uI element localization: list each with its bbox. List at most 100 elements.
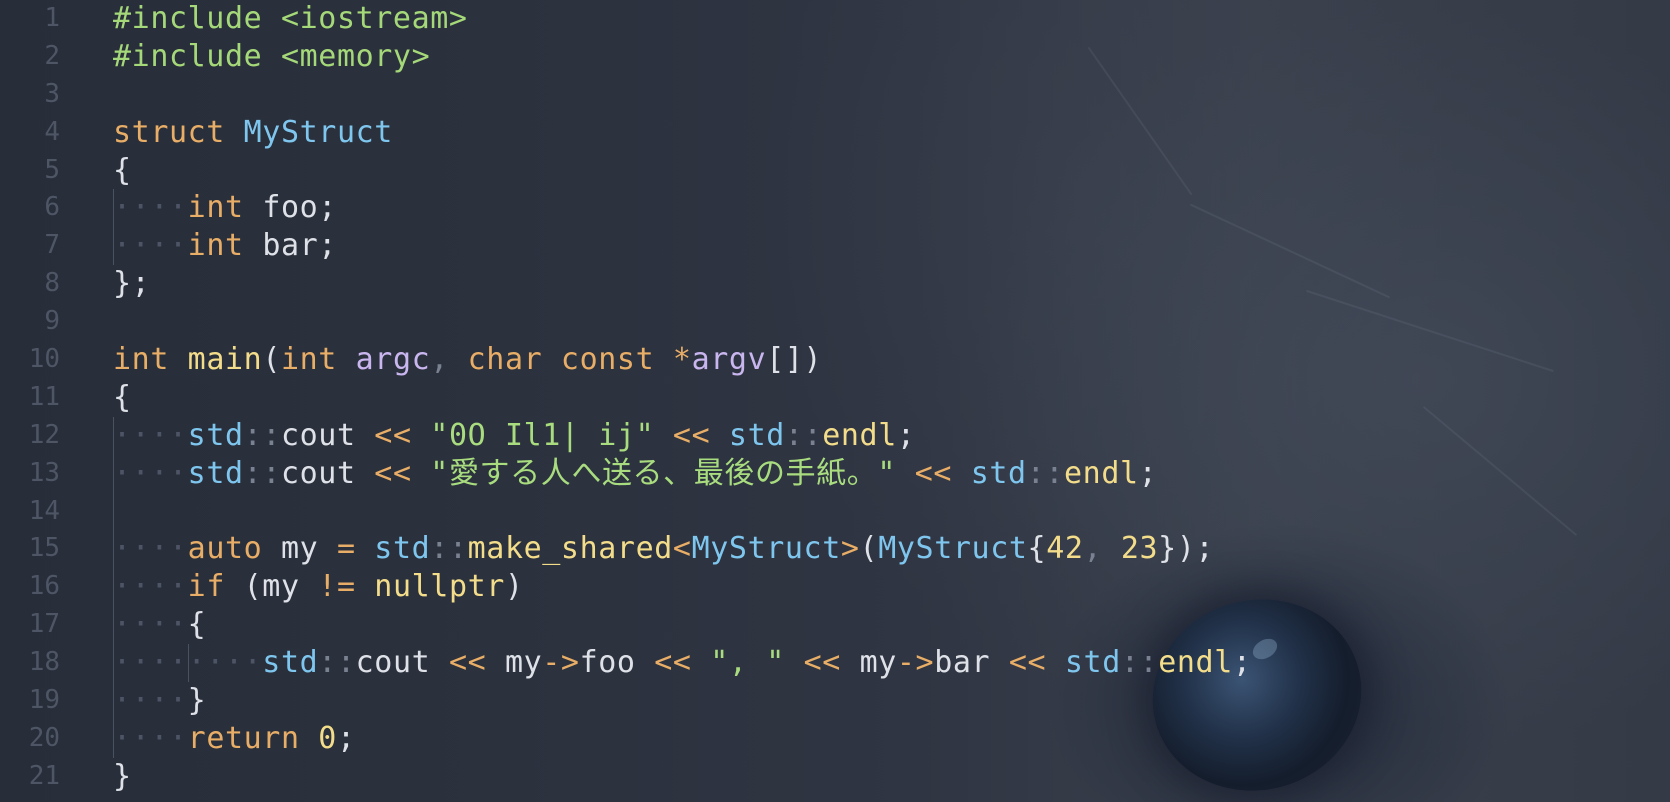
code-token: :: <box>243 455 281 491</box>
line-number: 6 <box>44 192 60 223</box>
code-token: , <box>430 342 468 378</box>
line-content: ····if (my != nullptr) <box>113 568 524 606</box>
code-token: "0O Il1| ij" <box>430 417 655 453</box>
line-content: int main(int argc, char const *argv[]) <box>113 341 822 379</box>
line-content: { <box>113 379 132 417</box>
code-token: cout <box>280 417 375 453</box>
code-line[interactable]: 13 ····std::cout << "愛する人へ送る、最後の手紙。" << s… <box>0 454 1670 493</box>
line-content: ····int foo; <box>113 189 337 227</box>
line-number: 8 <box>44 268 60 299</box>
code-line[interactable]: 10 int main(int argc, char const *argv[]) <box>0 341 1670 379</box>
line-content: ········std::cout << my->foo << ", " << … <box>113 644 1252 682</box>
whitespace-marker: ···· <box>113 228 188 264</box>
code-token: ; <box>1138 455 1158 491</box>
whitespace-marker: ···· <box>113 455 188 491</box>
code-line[interactable]: 20 ····return 0; <box>0 719 1670 758</box>
code-token: bar; <box>243 228 337 264</box>
code-token: struct <box>113 114 244 150</box>
line-content: ····int bar; <box>113 227 337 265</box>
code-line[interactable]: 9 <box>0 303 1670 341</box>
code-token: #include <iostream> <box>113 1 468 36</box>
code-area[interactable]: 1 #include <iostream> 2 #include <memory> 3 4… <box>0 0 1670 796</box>
code-line[interactable]: 15 ····auto my = std::make_shared<MyStruc… <box>0 530 1670 569</box>
code-token: std <box>1064 645 1121 681</box>
code-token: :: <box>430 531 468 567</box>
code-token: << <box>654 645 711 681</box>
code-token: -> <box>542 645 580 681</box>
code-token: << <box>896 455 971 491</box>
line-number: 4 <box>44 116 60 147</box>
code-token: std <box>374 531 431 567</box>
whitespace-marker: ···· <box>113 417 188 453</box>
code-token: < <box>672 531 692 567</box>
code-token: make_shared <box>467 531 673 567</box>
line-number: 14 <box>28 495 60 526</box>
whitespace-marker: ···· <box>113 531 188 567</box>
code-token: MyStruct <box>878 531 1028 567</box>
code-line[interactable]: 5{ <box>0 152 1670 190</box>
code-token: "愛する人へ送る、最後の手紙。" <box>430 455 897 491</box>
code-line[interactable]: 19 ····} <box>0 682 1670 720</box>
line-number: 3 <box>44 78 60 109</box>
code-line[interactable]: 7 ····int bar; <box>0 227 1670 266</box>
code-line[interactable]: 11 { <box>0 379 1670 417</box>
code-token: ) <box>504 569 524 605</box>
code-token: int <box>280 342 356 378</box>
code-token: my <box>262 531 337 567</box>
code-token: std <box>262 645 319 681</box>
code-line[interactable]: 21} <box>0 758 1670 796</box>
code-line[interactable]: 3 <box>0 76 1670 114</box>
code-token: 42 <box>1046 531 1084 567</box>
code-token: argc <box>355 342 431 378</box>
line-content: ····auto my = std::make_shared<MyStruct>… <box>113 530 1214 568</box>
indent-guide <box>113 492 114 531</box>
code-token: cout <box>355 645 449 681</box>
code-token: int <box>187 228 244 264</box>
code-token: :: <box>1026 455 1065 491</box>
code-token: { <box>1027 531 1047 567</box>
code-token: MyStruct <box>243 114 393 150</box>
line-number: 12 <box>28 419 60 450</box>
line-number: 15 <box>28 533 60 564</box>
code-token: { <box>187 607 207 643</box>
code-token: endl <box>1064 455 1139 491</box>
whitespace-marker: ···· <box>113 607 188 643</box>
code-token: } <box>187 683 207 719</box>
code-line[interactable]: 4 struct MyStruct <box>0 114 1670 152</box>
code-line[interactable]: 6 ····int foo; <box>0 189 1670 228</box>
whitespace-marker: ········ <box>113 645 263 681</box>
code-line[interactable]: 12 ····std::cout << "0O Il1| ij" << std::… <box>0 416 1670 455</box>
line-content: ····return 0; <box>113 720 356 758</box>
line-number: 10 <box>28 344 60 375</box>
code-token: :: <box>243 417 281 453</box>
code-line[interactable]: 16 ····if (my != nullptr) <box>0 568 1670 607</box>
line-number: 7 <box>44 230 60 261</box>
code-token: }); <box>1158 531 1215 567</box>
line-number: 9 <box>44 306 60 337</box>
code-token: << <box>784 645 860 681</box>
code-token: argv <box>691 342 767 378</box>
code-token: << <box>1008 645 1065 681</box>
line-number: 13 <box>28 457 60 488</box>
code-token: :: <box>318 645 356 681</box>
line-content: ····{ <box>113 606 206 644</box>
code-line[interactable]: 17 ····{ <box>0 606 1670 645</box>
line-number: 1 <box>44 3 60 33</box>
code-token: * <box>672 342 692 378</box>
code-line[interactable]: 2 #include <memory> <box>0 38 1670 76</box>
code-token: } <box>113 758 132 794</box>
code-line[interactable]: 18 ········std::cout << my->foo << ", " <… <box>0 644 1670 683</box>
code-line[interactable]: 8}; <box>0 265 1670 303</box>
code-line[interactable]: 14 <box>0 492 1670 531</box>
code-token: char const <box>467 342 673 378</box>
code-token: MyStruct <box>691 531 841 567</box>
line-content: } <box>113 758 132 796</box>
line-number: 2 <box>44 40 60 71</box>
code-token: return <box>187 720 319 756</box>
code-editor[interactable]: 1 #include <iostream> 2 #include <memory> 3 4… <box>0 0 1670 802</box>
whitespace-marker: ···· <box>113 569 188 605</box>
code-line[interactable]: 1 #include <iostream> <box>0 0 1670 38</box>
code-token: << <box>448 645 505 681</box>
code-token: std <box>728 417 785 453</box>
whitespace-marker: ···· <box>113 720 188 756</box>
